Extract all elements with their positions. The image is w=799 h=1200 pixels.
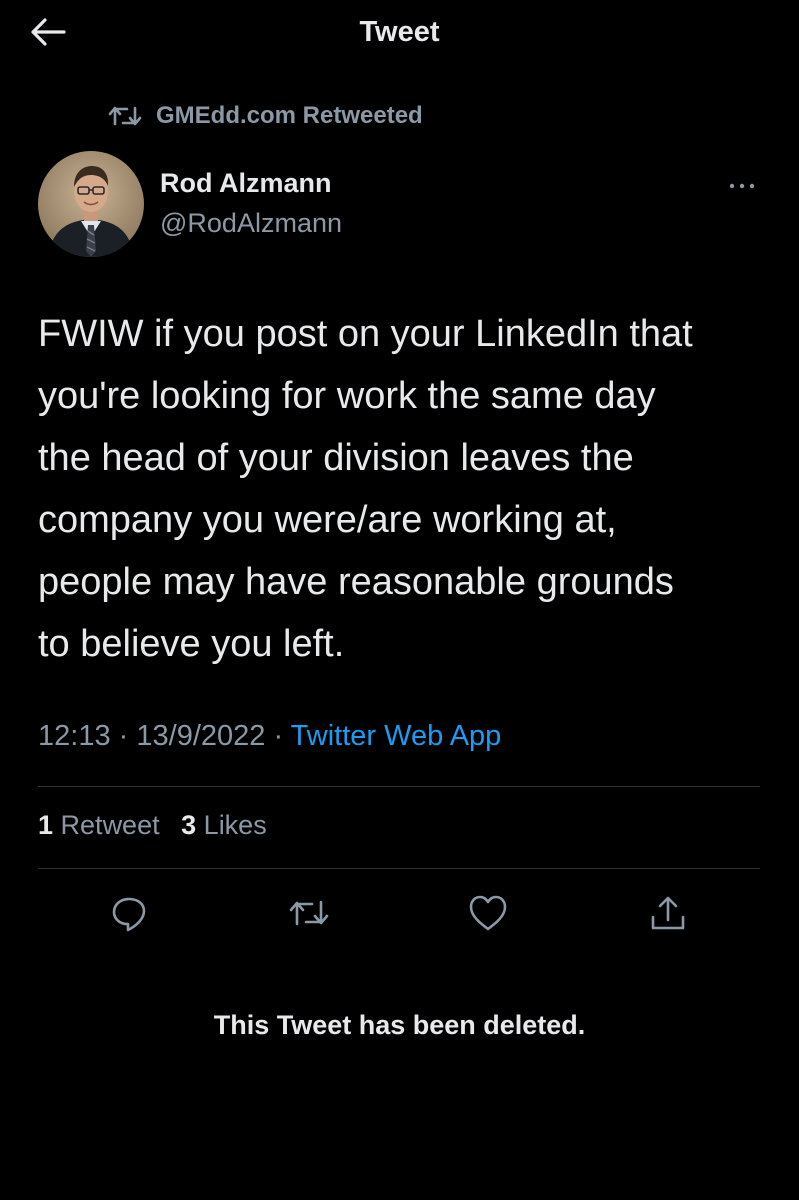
avatar[interactable] xyxy=(38,151,144,257)
more-options-button[interactable] xyxy=(722,172,762,200)
retweet-icon xyxy=(288,897,330,934)
retweets-count: 1 xyxy=(38,810,54,840)
deleted-tweet-notice: This Tweet has been deleted. xyxy=(213,1010,586,1040)
likes-count: 3 xyxy=(181,810,197,840)
tweet-time: 12:13 xyxy=(38,720,111,752)
tweet-stats: 1 Retweet 3 Likes xyxy=(38,810,281,841)
likes-stat[interactable]: 3 Likes xyxy=(181,810,267,840)
tweet-source-link[interactable]: Twitter Web App xyxy=(291,720,502,752)
heart-icon xyxy=(468,894,508,937)
reply-icon xyxy=(109,893,149,938)
divider xyxy=(38,786,760,787)
tweet-text: FWIW if you post on your LinkedIn that y… xyxy=(38,313,693,665)
reply-button[interactable] xyxy=(107,893,151,937)
retweet-icon xyxy=(108,104,142,128)
retweets-stat[interactable]: 1 Retweet xyxy=(38,810,160,840)
retweet-button[interactable] xyxy=(287,893,331,937)
divider xyxy=(38,868,760,869)
author-name[interactable]: Rod Alzmann xyxy=(160,168,332,199)
meta-separator: · xyxy=(118,720,129,752)
tweet-date: 13/9/2022 xyxy=(136,720,266,752)
author-handle[interactable]: @RodAlzmann xyxy=(160,208,342,239)
tweet-meta: 12:13 · 13/9/2022 · Twitter Web App xyxy=(38,720,501,753)
retweet-context[interactable]: GMEdd.com Retweeted xyxy=(108,100,423,132)
likes-label: Likes xyxy=(203,810,267,840)
meta-separator: · xyxy=(273,720,284,752)
page-title: Tweet xyxy=(359,16,440,48)
top-bar: Tweet xyxy=(0,0,799,70)
share-icon xyxy=(648,893,688,938)
more-options-icon xyxy=(728,177,756,195)
profile-photo xyxy=(38,151,144,257)
like-button[interactable] xyxy=(466,893,510,937)
retweets-label: Retweet xyxy=(60,810,160,840)
share-button[interactable] xyxy=(646,893,690,937)
retweet-context-label: GMEdd.com Retweeted xyxy=(156,102,423,129)
